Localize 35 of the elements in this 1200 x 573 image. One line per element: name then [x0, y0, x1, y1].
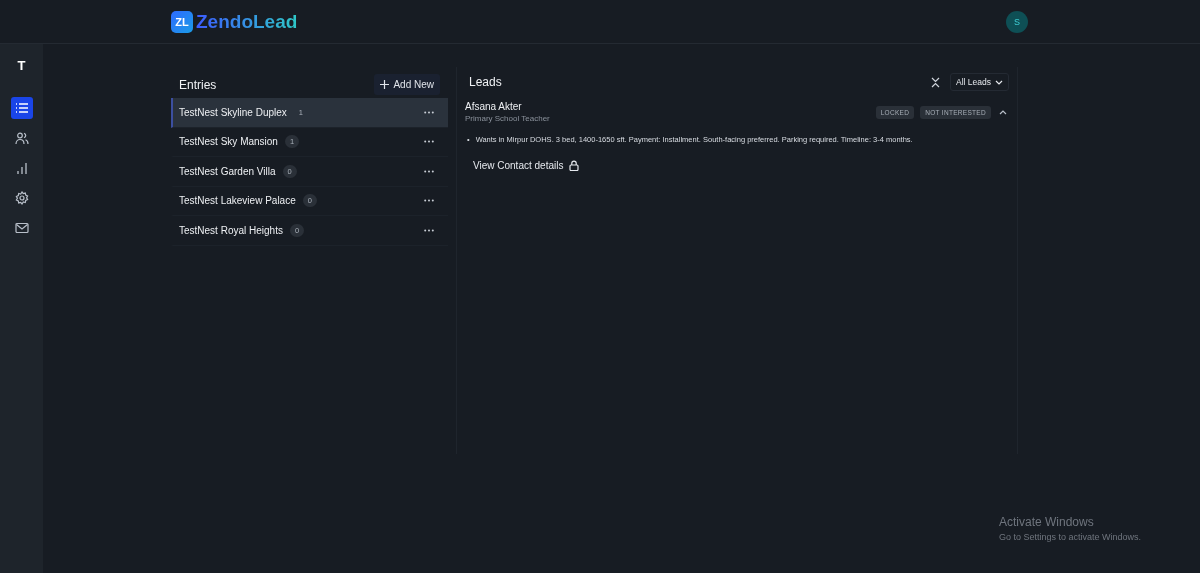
leads-title: Leads — [469, 75, 502, 89]
more-icon — [424, 228, 434, 232]
entry-name: TestNest Lakeview Palace — [179, 195, 296, 207]
brand-letter: T — [17, 58, 26, 73]
add-new-button[interactable]: Add New — [374, 74, 440, 95]
chevron-down-icon — [995, 79, 1003, 85]
lead-name: Afsana Akter — [465, 101, 523, 112]
entry-name: TestNest Sky Mansion — [179, 136, 278, 148]
collapse-all-button[interactable] — [931, 76, 941, 88]
lock-icon — [569, 159, 580, 171]
more-icon — [424, 169, 434, 173]
chevron-up-icon — [999, 109, 1007, 115]
plus-icon — [380, 80, 390, 89]
mail-icon — [14, 221, 29, 235]
list-icon — [14, 101, 29, 115]
entry-name: TestNest Skyline Duplex — [179, 106, 287, 118]
settings-icon — [14, 191, 29, 205]
entries-title: Entries — [179, 77, 217, 92]
leads-filter-dropdown[interactable]: All Leads — [950, 73, 1009, 91]
collapse-icon — [931, 76, 941, 88]
more-icon — [424, 140, 434, 144]
nav-button[interactable] — [10, 97, 33, 119]
lead-role: Primary School Teacher — [465, 114, 550, 123]
logo-mark: ZL — [171, 10, 193, 33]
more-icon — [424, 110, 434, 114]
entry-name: TestNest Royal Heights — [179, 224, 283, 236]
activation-notice-text: Go to Settings to activate Windows. — [999, 532, 1142, 542]
expand-toggle[interactable] — [997, 109, 1009, 115]
entry-name: TestNest Garden Villa — [179, 165, 276, 177]
view-contact-button[interactable]: View Contact details — [473, 159, 580, 171]
activation-notice-title: Activate Windows — [999, 515, 1095, 529]
users-icon — [14, 131, 29, 145]
more-icon — [424, 199, 434, 203]
user-avatar[interactable]: S — [1006, 10, 1028, 33]
bar-chart-icon — [14, 161, 29, 175]
